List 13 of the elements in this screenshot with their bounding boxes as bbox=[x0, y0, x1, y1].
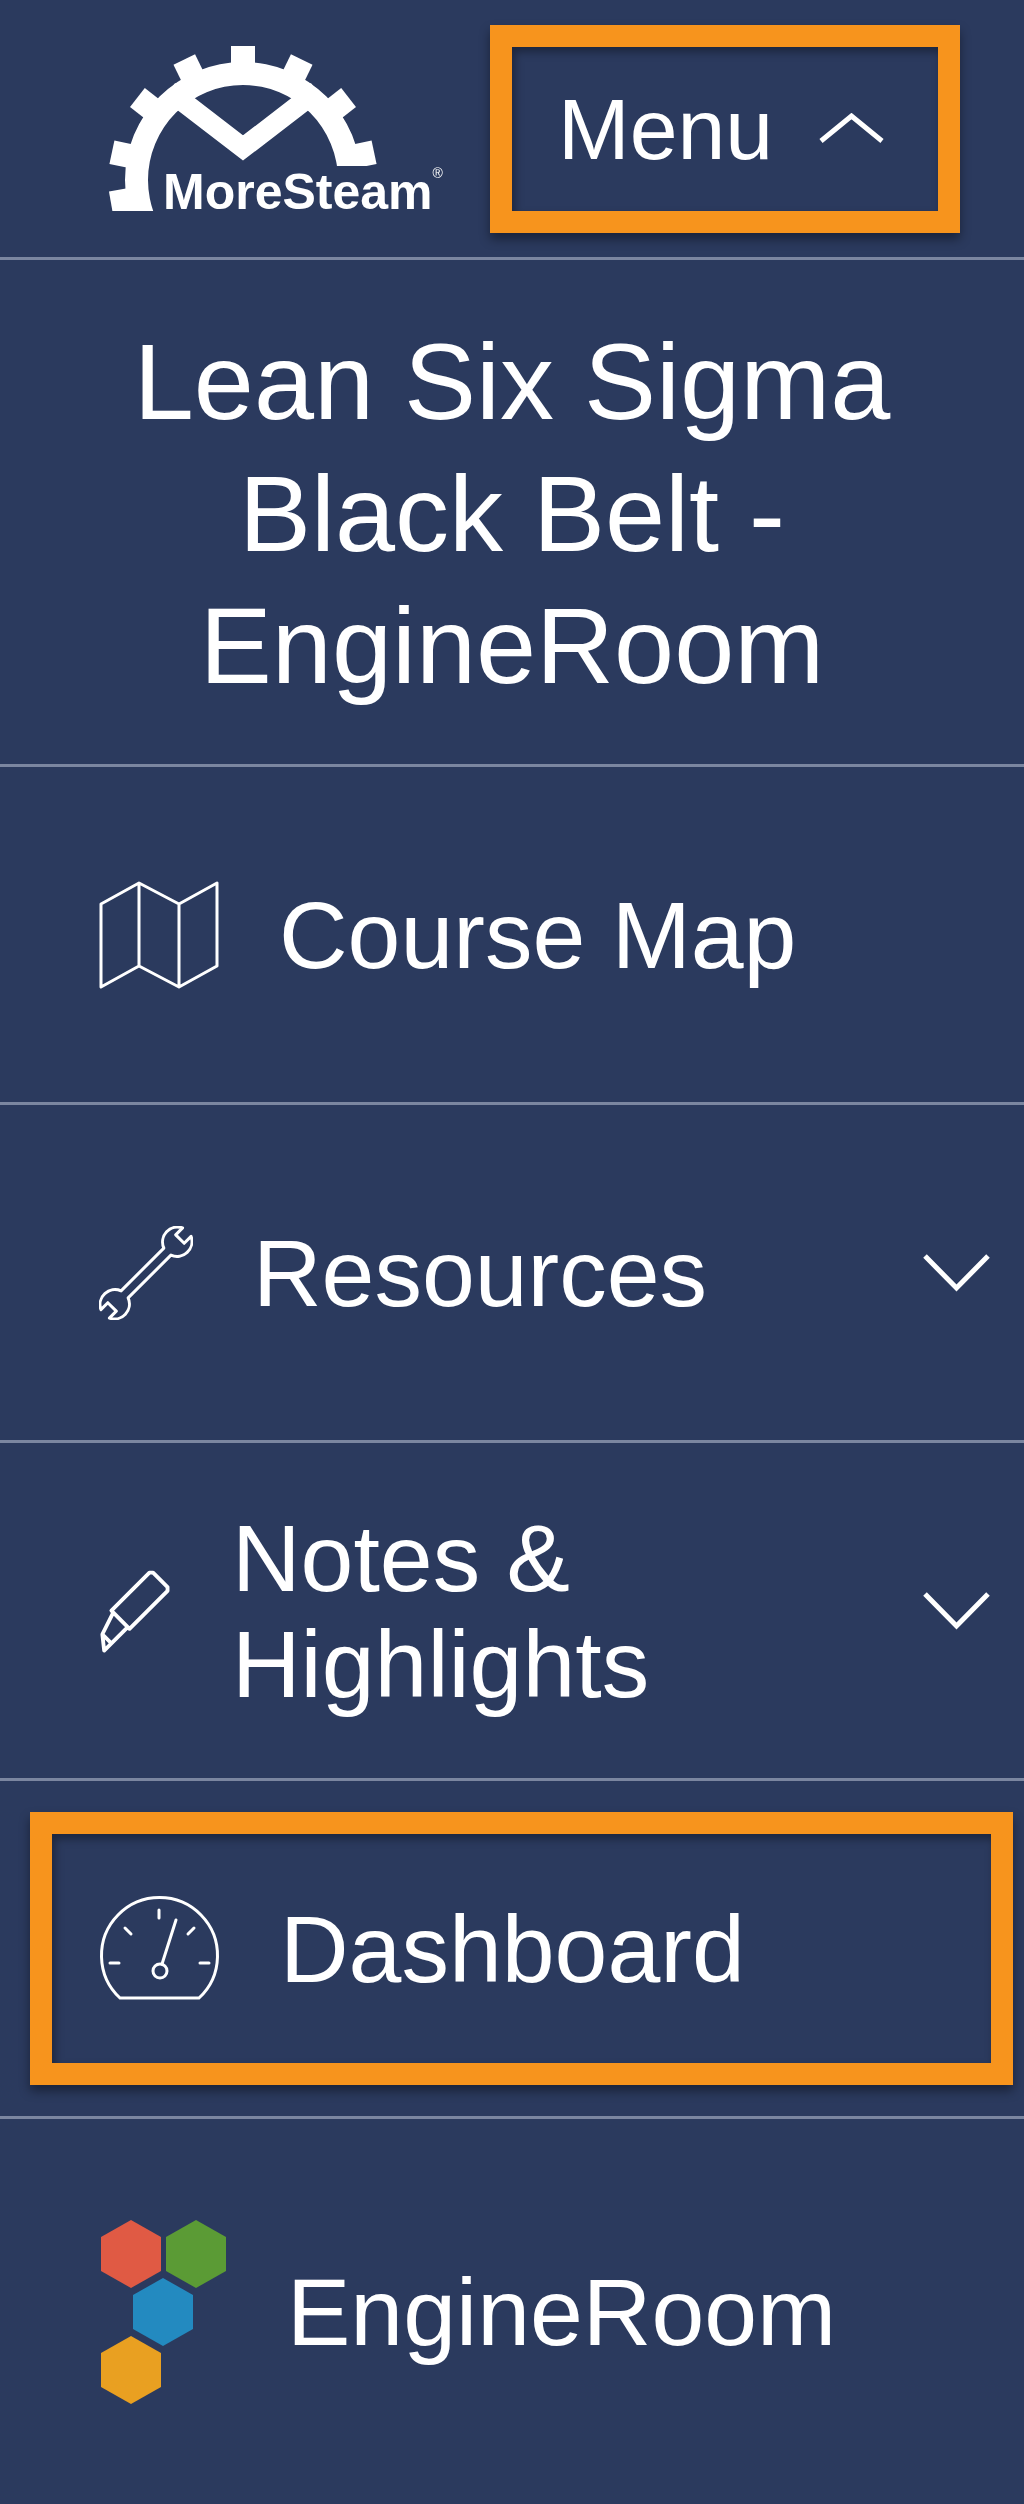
wrench-icon bbox=[99, 1225, 193, 1320]
hexagons-icon bbox=[99, 2218, 227, 2405]
menu-item[interactable]: Dashboard bbox=[30, 1812, 1013, 2085]
highlighter-icon bbox=[99, 1568, 172, 1653]
menu-item[interactable]: Course Map bbox=[30, 798, 1013, 1071]
logo-text: MoreSteam$^{®}$ bbox=[163, 167, 443, 217]
course-title: Lean Six Sigma Black Belt - EngineRoom bbox=[132, 320, 892, 708]
menu-item[interactable]: Notes & Highlights bbox=[30, 1474, 1013, 1747]
speedometer-icon bbox=[99, 1896, 220, 2001]
menu-item[interactable]: Resources bbox=[30, 1136, 1013, 1409]
menu-button[interactable]: Menu bbox=[490, 24, 960, 233]
menu-item[interactable]: EngineRoom bbox=[30, 2175, 1013, 2448]
folded-map-icon bbox=[99, 879, 219, 990]
